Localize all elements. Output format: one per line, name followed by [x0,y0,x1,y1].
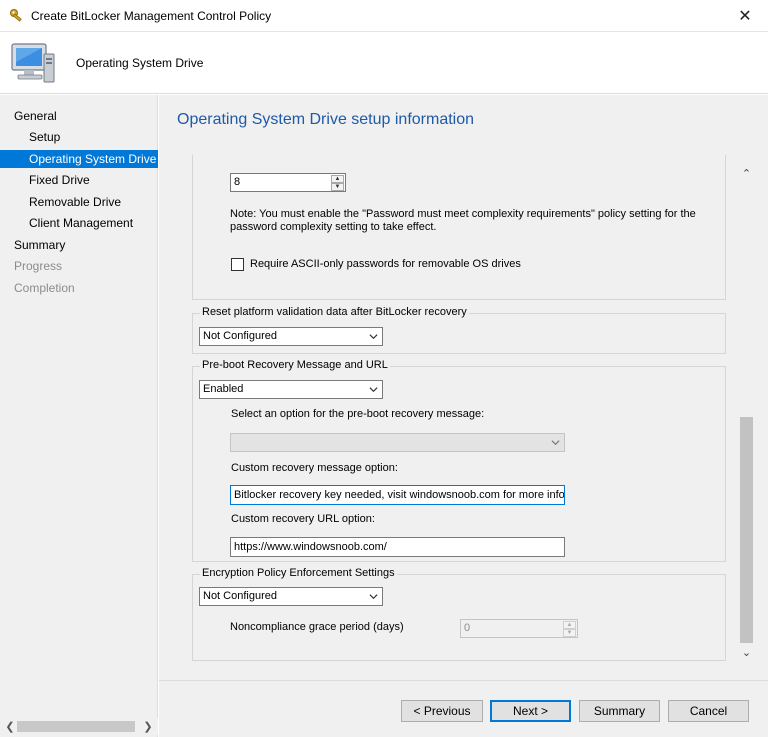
encryption-enforcement-group: Encryption Policy Enforcement Settings N… [192,567,726,661]
previous-button[interactable]: < Previous [401,700,483,722]
reset-platform-group: Reset platform validation data after Bit… [192,306,726,354]
ascii-only-label: Require ASCII-only passwords for removab… [250,258,521,270]
custom-message-label: Custom recovery message option: [231,462,398,474]
complexity-note: Note: You must enable the "Password must… [230,208,696,233]
custom-message-input[interactable]: Bitlocker recovery key needed, visit win… [230,485,565,505]
reset-platform-value: Not Configured [203,330,277,342]
summary-button[interactable]: Summary [579,700,660,722]
next-button[interactable]: Next > [490,700,571,722]
preboot-option-label: Select an option for the pre-boot recove… [231,408,485,420]
chevron-down-icon [369,594,378,600]
window-title: Create BitLocker Management Control Poli… [31,9,272,23]
footer-separator [159,680,768,681]
preboot-recovery-dropdown[interactable]: Enabled [199,380,383,399]
close-icon: ✕ [738,8,752,25]
custom-url-label: Custom recovery URL option: [231,513,375,525]
computer-icon [11,43,55,83]
close-button[interactable]: ✕ [722,0,768,32]
cancel-button[interactable]: Cancel [668,700,749,722]
sidebar-item-setup[interactable]: Setup [0,128,158,146]
spin-down-icon[interactable]: ▼ [563,629,576,637]
encryption-enforcement-value: Not Configured [203,590,277,602]
content-vertical-scrollbar[interactable]: ⌃ ⌄ [738,165,755,661]
wizard-header: Operating System Drive [0,32,768,94]
sidebar-item-operating-system-drive[interactable]: Operating System Drive [0,150,158,168]
preboot-recovery-legend: Pre-boot Recovery Message and URL [200,359,390,371]
grace-period-spinner[interactable]: 0 ▲ ▼ [460,619,578,638]
wizard-sidebar: General Setup Operating System Drive Fix… [0,95,158,737]
spin-up-icon[interactable]: ▲ [331,175,344,183]
grace-period-value: 0 [464,622,471,634]
scroll-left-icon[interactable]: ❮ [2,718,18,735]
sidebar-item-completion: Completion [14,281,75,295]
scroll-down-icon[interactable]: ⌄ [738,644,755,661]
spin-up-icon[interactable]: ▲ [563,621,576,629]
custom-url-input[interactable]: https://www.windowsnoob.com/ [230,537,565,557]
scroll-up-icon[interactable]: ⌃ [738,165,755,182]
sidebar-item-general[interactable]: General [0,107,158,125]
bitlocker-key-icon [10,9,22,22]
password-length-spinner[interactable]: 8 ▲ ▼ [230,173,346,192]
sidebar-item-removable-drive[interactable]: Removable Drive [0,193,158,211]
password-length-value: 8 [234,176,241,188]
sidebar-horizontal-scrollbar[interactable]: ❮ ❯ [0,718,158,735]
reset-platform-legend: Reset platform validation data after Bit… [200,306,469,318]
chevron-down-icon [369,334,378,340]
chevron-down-icon [369,387,378,393]
header-title: Operating System Drive [76,56,204,70]
encryption-enforcement-dropdown[interactable]: Not Configured [199,587,383,606]
chevron-down-icon [551,440,560,446]
title-bar: Create BitLocker Management Control Poli… [0,0,768,32]
password-settings-group: 8 ▲ ▼ Note: You must enable the "Passwor… [192,155,726,300]
sidebar-item-client-management[interactable]: Client Management [0,214,158,232]
sidebar-item-progress: Progress [14,259,63,273]
preboot-option-dropdown[interactable] [230,433,565,452]
scroll-right-icon[interactable]: ❯ [140,718,156,735]
wizard-main: Operating System Drive setup information… [159,95,768,737]
encryption-enforcement-legend: Encryption Policy Enforcement Settings [200,567,397,579]
preboot-recovery-value: Enabled [203,383,244,395]
ascii-only-checkbox[interactable] [231,258,244,271]
spin-down-icon[interactable]: ▼ [331,183,344,191]
grace-period-label: Noncompliance grace period (days) [230,621,404,633]
sidebar-item-fixed-drive[interactable]: Fixed Drive [0,171,158,189]
page-title: Operating System Drive setup information [177,111,475,128]
scrollbar-thumb[interactable] [740,417,753,643]
preboot-recovery-group: Pre-boot Recovery Message and URL Enable… [192,359,726,562]
sidebar-item-summary[interactable]: Summary [0,236,158,254]
reset-platform-dropdown[interactable]: Not Configured [199,327,383,346]
scrollbar-thumb[interactable] [17,721,135,732]
